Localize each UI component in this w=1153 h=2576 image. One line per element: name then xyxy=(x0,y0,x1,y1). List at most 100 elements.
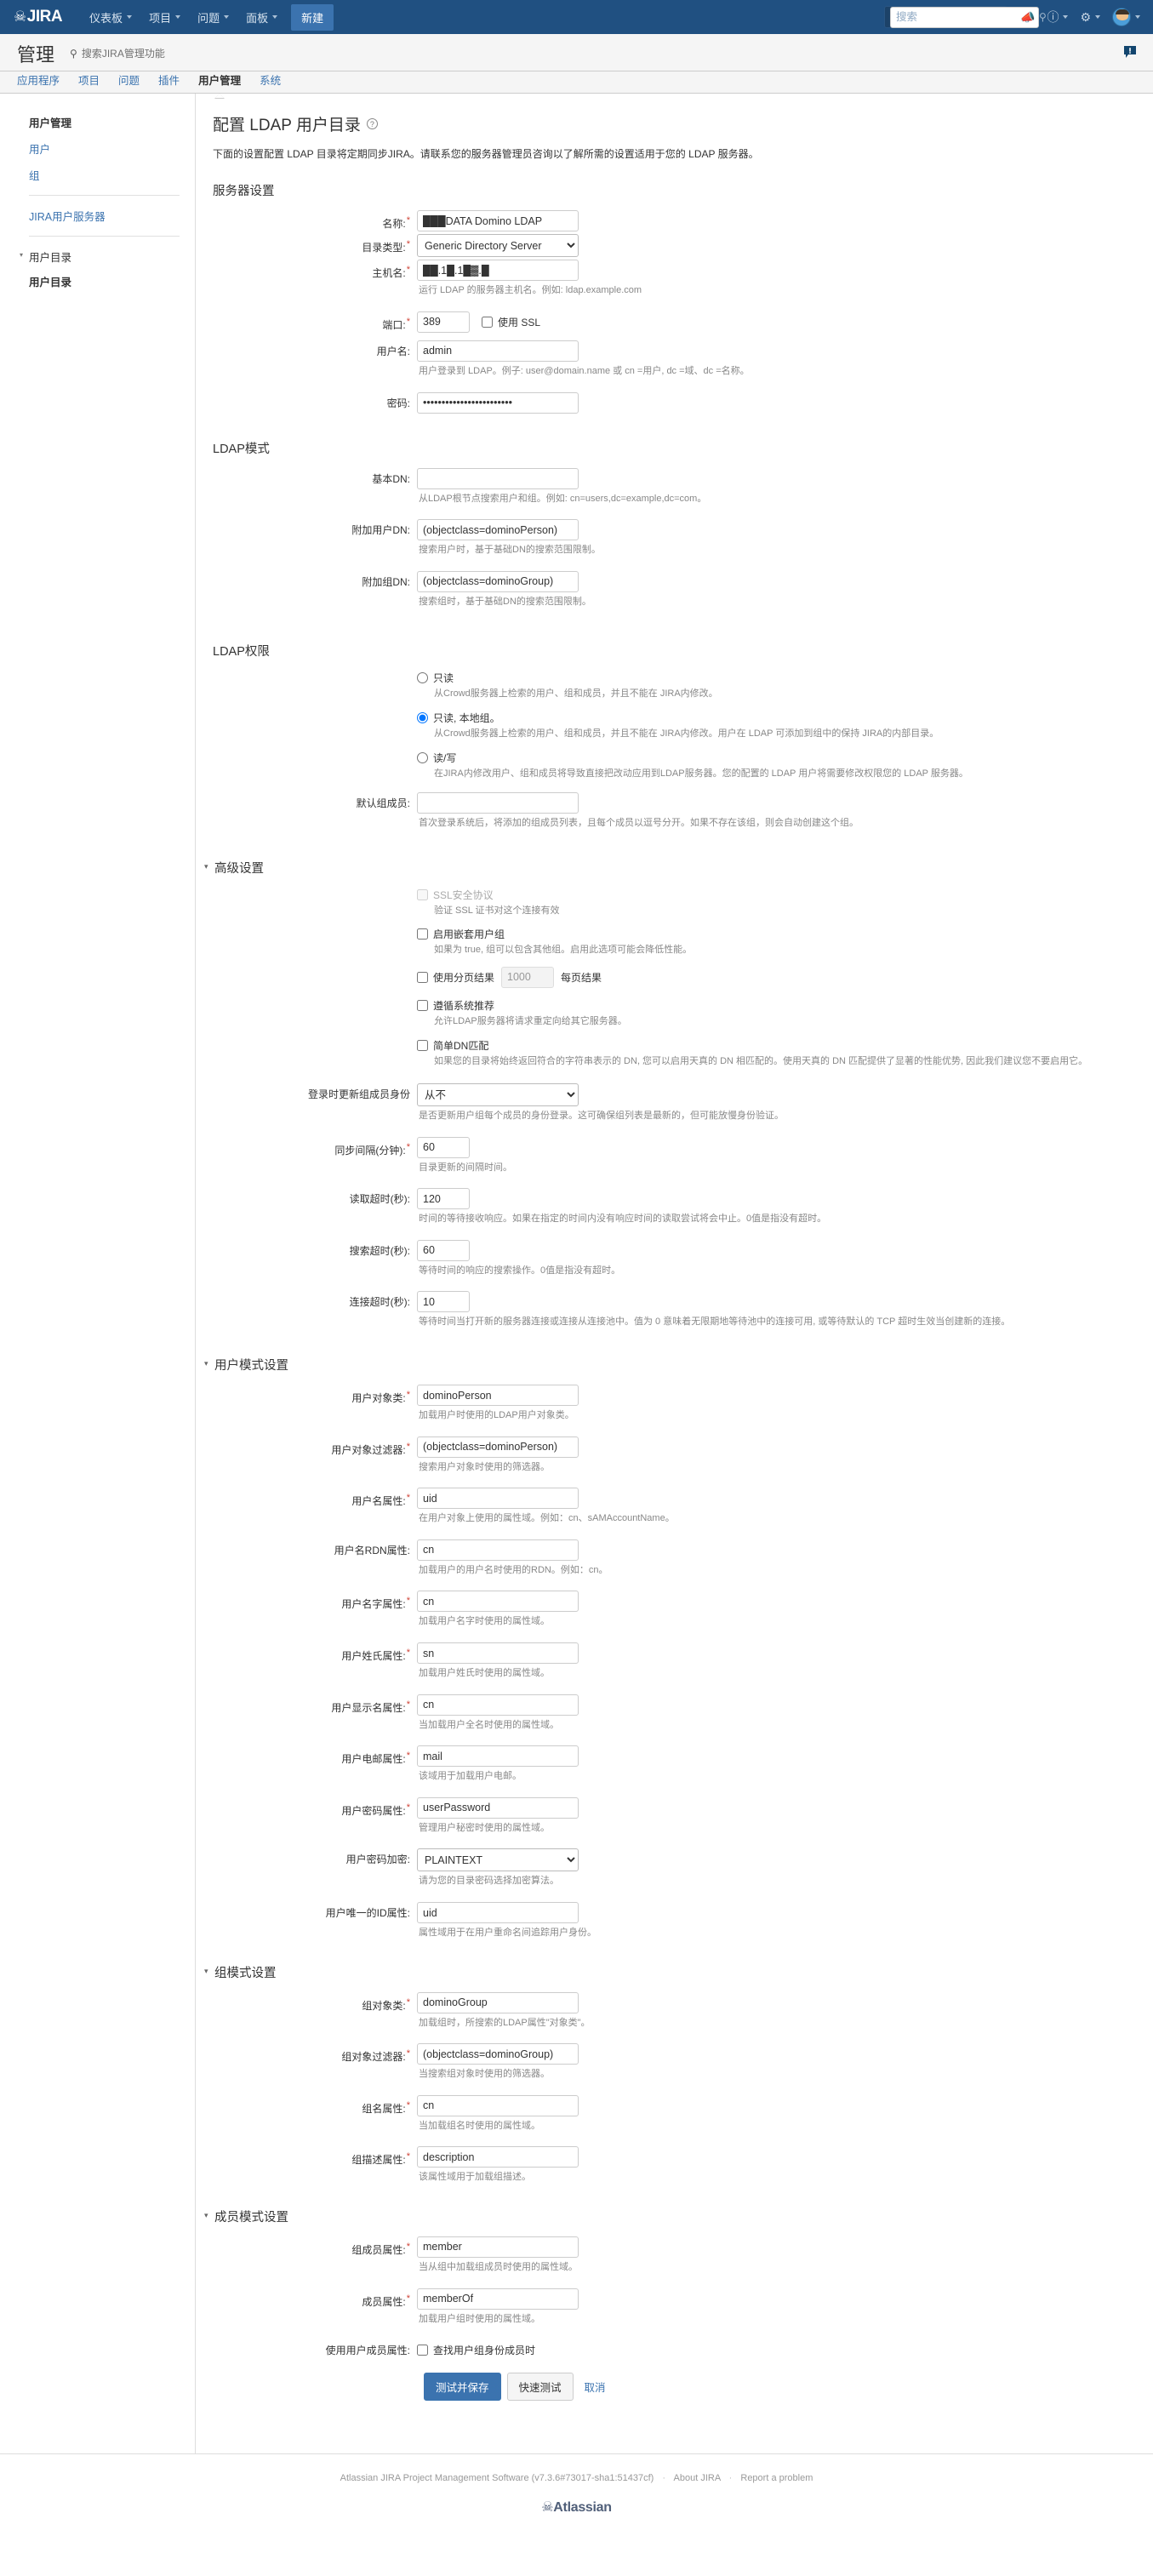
sidebar-item-users[interactable]: 用户 xyxy=(29,135,195,162)
nested-groups-checkbox[interactable] xyxy=(417,928,428,940)
ssl-protocol-checkbox[interactable] xyxy=(417,888,428,900)
name-input[interactable] xyxy=(417,210,579,232)
tab-projects[interactable]: 项目 xyxy=(69,71,109,93)
user-object-filter-input[interactable] xyxy=(417,1436,579,1458)
help-icon[interactable]: ⓘ xyxy=(1041,5,1074,29)
naive-dn-matching-row[interactable]: 简单DN匹配 xyxy=(417,1038,1133,1053)
search-timeout-input[interactable] xyxy=(417,1239,470,1261)
username-input[interactable] xyxy=(417,340,579,362)
test-and-save-button[interactable]: 测试并保存 xyxy=(424,2373,501,2402)
tab-system[interactable]: 系统 xyxy=(250,71,290,93)
chevron-down-icon: ▾ xyxy=(204,2210,208,2219)
hostname-input[interactable] xyxy=(417,260,579,282)
group-object-class-input[interactable] xyxy=(417,1991,579,2013)
user-first-name-input[interactable] xyxy=(417,1591,579,1613)
content-description: 下面的设置配置 LDAP 目录将定期同步JIRA。请联系您的服务器管理员咨询以了… xyxy=(213,148,759,160)
nested-groups-row[interactable]: 启用嵌套用户组 xyxy=(417,927,1133,941)
use-member-of-row[interactable]: 查找用户组身份成员时 xyxy=(417,2339,1133,2357)
user-last-name-input[interactable] xyxy=(417,1642,579,1665)
paged-results-checkbox[interactable] xyxy=(417,971,428,983)
field-row-directory-type: 目录类型:* Generic Directory Server xyxy=(213,233,1133,258)
tab-applications[interactable]: 应用程序 xyxy=(17,71,69,93)
user-email-input[interactable] xyxy=(417,1745,579,1768)
nav-item-dashboards[interactable]: 仪表板 xyxy=(81,1,140,34)
tab-addons[interactable]: 插件 xyxy=(149,71,189,93)
naive-dn-matching-checkbox[interactable] xyxy=(417,1039,428,1051)
section-heading-server-settings: 服务器设置 xyxy=(213,185,275,199)
use-member-of-checkbox[interactable] xyxy=(417,2345,428,2356)
group-description-attribute-input[interactable] xyxy=(417,2146,579,2168)
group-members-attribute-input[interactable] xyxy=(417,2236,579,2258)
nav-item-projects[interactable]: 项目 xyxy=(140,1,189,34)
required-marker: * xyxy=(406,2293,410,2304)
sidebar-item-jira-user-server[interactable]: JIRA用户服务器 xyxy=(29,203,195,229)
tab-user-management[interactable]: 用户管理 xyxy=(189,71,250,99)
permission-readwrite-row[interactable]: 读/写 xyxy=(417,751,1133,765)
footer-report-problem-link[interactable]: Report a problem xyxy=(740,2473,813,2483)
global-search-box[interactable]: ⚲ xyxy=(884,6,1047,28)
permission-readonly-local-radio[interactable] xyxy=(417,711,428,723)
tab-issues[interactable]: 问题 xyxy=(109,71,149,93)
nav-item-issues[interactable]: 问题 xyxy=(189,1,237,34)
section-heading-group-schema[interactable]: ▾ 组模式设置 xyxy=(204,1963,1133,1981)
help-user-object-class: 加载用户时使用的LDAP用户对象类。 xyxy=(419,1410,574,1421)
permission-readonly-local-row[interactable]: 只读, 本地组。 xyxy=(417,711,1133,725)
follow-referrals-checkbox[interactable] xyxy=(417,999,428,1011)
section-heading-membership-schema[interactable]: ▾ 成员模式设置 xyxy=(204,2208,1133,2225)
additional-group-dn-input[interactable] xyxy=(417,570,579,592)
user-unique-id-input[interactable] xyxy=(417,1902,579,1924)
group-object-filter-input[interactable] xyxy=(417,2043,579,2065)
sidebar-group-user-directories[interactable]: ▾ 用户目录 xyxy=(20,243,195,268)
admin-search-placeholder: 搜索JIRA管理功能 xyxy=(81,48,165,60)
password-input[interactable] xyxy=(417,391,579,414)
directory-type-select[interactable]: Generic Directory Server xyxy=(417,234,579,258)
chevron-down-icon: ▾ xyxy=(204,1359,208,1368)
quick-test-button[interactable]: 快速测试 xyxy=(506,2373,574,2402)
sync-group-membership-select[interactable]: 从不 xyxy=(417,1083,579,1107)
footer-about-jira-link[interactable]: About JIRA xyxy=(674,2473,721,2483)
feedback-speech-bubble-icon[interactable] xyxy=(1122,44,1138,62)
nav-item-boards[interactable]: 面板 xyxy=(237,1,286,34)
permission-readonly-radio[interactable] xyxy=(417,672,428,684)
section-heading-advanced-settings[interactable]: ▾ 高级设置 xyxy=(204,859,1133,877)
label-user-object-class: 用户对象类:* xyxy=(213,1384,417,1406)
default-group-memberships-input[interactable] xyxy=(417,792,579,814)
group-name-attribute-input[interactable] xyxy=(417,2094,579,2116)
paged-results-size-input[interactable] xyxy=(501,966,555,988)
follow-referrals-row[interactable]: 遵循系统推荐 xyxy=(417,998,1133,1013)
sync-interval-input[interactable] xyxy=(417,1136,470,1158)
help-icon[interactable]: ? xyxy=(366,118,378,129)
user-rdn-attribute-input[interactable] xyxy=(417,1539,579,1561)
base-dn-input[interactable] xyxy=(417,467,579,489)
additional-user-dn-input[interactable] xyxy=(417,519,579,541)
label-hostname-text: 主机名: xyxy=(372,267,406,280)
megaphone-icon[interactable]: 📣 xyxy=(1014,7,1041,28)
cancel-link[interactable]: 取消 xyxy=(585,2379,606,2395)
label-member-of-attribute: 成员属性:* xyxy=(213,2288,417,2310)
label-group-object-filter-text: 组对象过滤器: xyxy=(341,2051,406,2064)
permission-readwrite-radio[interactable] xyxy=(417,751,428,763)
create-issue-button[interactable]: 新建 xyxy=(291,3,334,31)
member-of-attribute-input[interactable] xyxy=(417,2288,579,2310)
sidebar-item-groups[interactable]: 组 xyxy=(29,162,195,188)
label-group-description-attribute: 组描述属性:* xyxy=(213,2145,417,2168)
jira-logo[interactable]: ☠ JIRA xyxy=(9,8,67,26)
read-timeout-input[interactable] xyxy=(417,1188,470,1210)
admin-search[interactable]: ⚲ 搜索JIRA管理功能 xyxy=(70,46,165,60)
user-object-class-input[interactable] xyxy=(417,1385,579,1407)
user-name-attribute-input[interactable] xyxy=(417,1488,579,1510)
user-password-attribute-input[interactable] xyxy=(417,1796,579,1819)
user-password-encryption-select[interactable]: PLAINTEXT xyxy=(417,1848,579,1872)
connect-timeout-input[interactable] xyxy=(417,1291,470,1313)
avatar-menu[interactable] xyxy=(1106,4,1146,30)
user-display-name-input[interactable] xyxy=(417,1694,579,1716)
port-input[interactable] xyxy=(417,311,470,333)
use-ssl-checkbox[interactable] xyxy=(482,316,493,328)
permission-readonly-row[interactable]: 只读 xyxy=(417,671,1133,685)
use-ssl-checkbox-wrap[interactable]: 使用 SSL xyxy=(482,315,540,329)
ssl-protocol-row[interactable]: SSL安全协议 xyxy=(417,888,1133,902)
gear-icon[interactable]: ⚙ xyxy=(1074,7,1106,28)
field-row-group-members-attribute: 组成员属性:* 当从组中加载组成员时使用的属性域。 xyxy=(213,2236,1133,2286)
sidebar-item-user-directories[interactable]: 用户目录 xyxy=(29,268,195,294)
section-heading-user-schema[interactable]: ▾ 用户模式设置 xyxy=(204,1356,1133,1374)
